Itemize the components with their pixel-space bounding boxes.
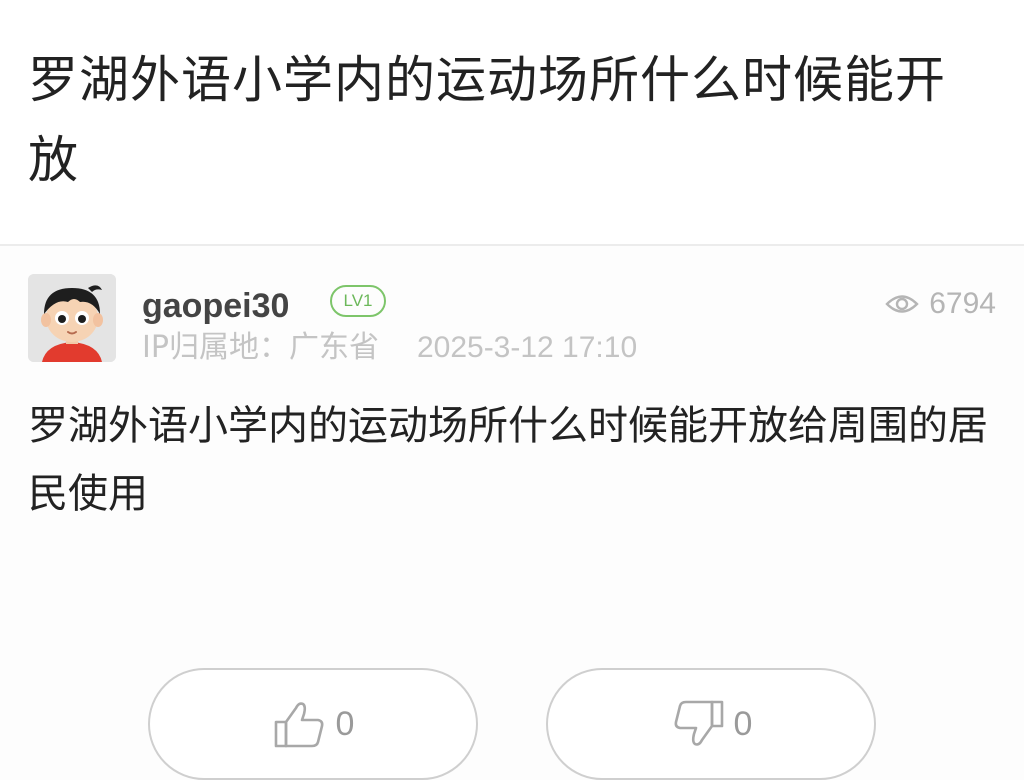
dislike-button[interactable]: 0	[546, 668, 876, 780]
ip-location-label: IP归属地：	[142, 330, 289, 365]
post-body: 罗湖外语小学内的运动场所什么时候能开放给周围的居民使用	[28, 403, 988, 517]
title-section: 罗湖外语小学内的运动场所什么时候能开放	[0, 0, 1024, 246]
like-button[interactable]: 0	[148, 668, 478, 780]
author-avatar[interactable]	[28, 274, 116, 362]
like-count: 0	[335, 705, 355, 743]
view-count-value: 6794	[929, 287, 996, 320]
ip-location-value: 广东省	[288, 330, 379, 365]
thumbs-down-icon	[674, 700, 723, 746]
post-timestamp: 2025-3-12 17:10	[416, 331, 638, 364]
post-meta: IP归属地：广东省 2025-3-12 17:10	[142, 328, 637, 368]
cartoon-boy-avatar-icon	[28, 274, 116, 362]
thumbs-up-icon	[274, 702, 323, 748]
view-count: 6794	[885, 284, 996, 324]
post-title: 罗湖外语小学内的运动场所什么时候能开放	[28, 51, 946, 189]
eye-icon	[885, 295, 919, 313]
dislike-count: 0	[733, 705, 753, 743]
author-username[interactable]: gaopei30	[142, 284, 289, 328]
level-badge: LV1	[330, 285, 386, 317]
